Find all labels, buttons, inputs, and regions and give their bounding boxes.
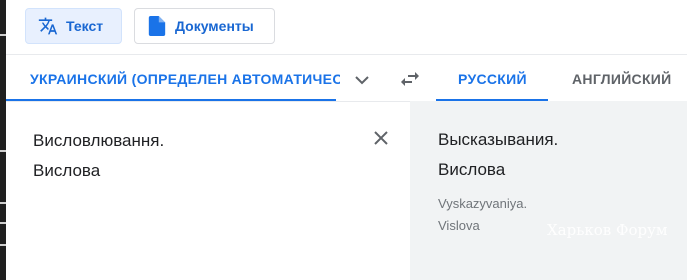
- source-line: Вислова: [33, 161, 101, 180]
- target-language-tab-russian[interactable]: РУССКИЙ: [458, 71, 527, 87]
- language-bar: УКРАИНСКИЙ (ОПРЕДЕЛЕН АВТОМАТИЧЕСКИ) РУС…: [6, 54, 687, 102]
- documents-mode-button[interactable]: Документы: [134, 8, 275, 44]
- text-mode-button[interactable]: Текст: [25, 8, 122, 44]
- source-text-panel[interactable]: Висловлювання. Вислова: [6, 101, 410, 280]
- close-icon[interactable]: [369, 126, 393, 150]
- document-icon: [147, 16, 167, 36]
- translation-line: Вислова: [438, 160, 506, 179]
- mode-toolbar: Текст Документы: [6, 0, 687, 54]
- swap-languages-icon[interactable]: [398, 67, 422, 91]
- translation-output: Высказывания. Вислова: [438, 125, 558, 185]
- source-line: Висловлювання.: [33, 131, 165, 150]
- forum-watermark: Харьков Форум: [547, 221, 668, 239]
- documents-mode-label: Документы: [175, 18, 254, 34]
- source-text-input[interactable]: Висловлювання. Вислова: [33, 126, 164, 186]
- translation-line: Высказывания.: [438, 130, 559, 149]
- target-language-tab-english[interactable]: АНГЛИЙСКИЙ: [572, 71, 672, 87]
- source-language-tab[interactable]: УКРАИНСКИЙ (ОПРЕДЕЛЕН АВТОМАТИЧЕСКИ): [30, 71, 340, 87]
- transliteration: Vyskazyvaniya. Vislova: [438, 193, 527, 237]
- transliteration-line: Vyskazyvaniya.: [438, 196, 528, 211]
- text-mode-label: Текст: [66, 18, 104, 34]
- translation-panel: Высказывания. Вислова Vyskazyvaniya. Vis…: [410, 101, 687, 280]
- translate-icon: [38, 16, 58, 36]
- chevron-down-icon[interactable]: [350, 68, 374, 92]
- transliteration-line: Vislova: [438, 218, 480, 233]
